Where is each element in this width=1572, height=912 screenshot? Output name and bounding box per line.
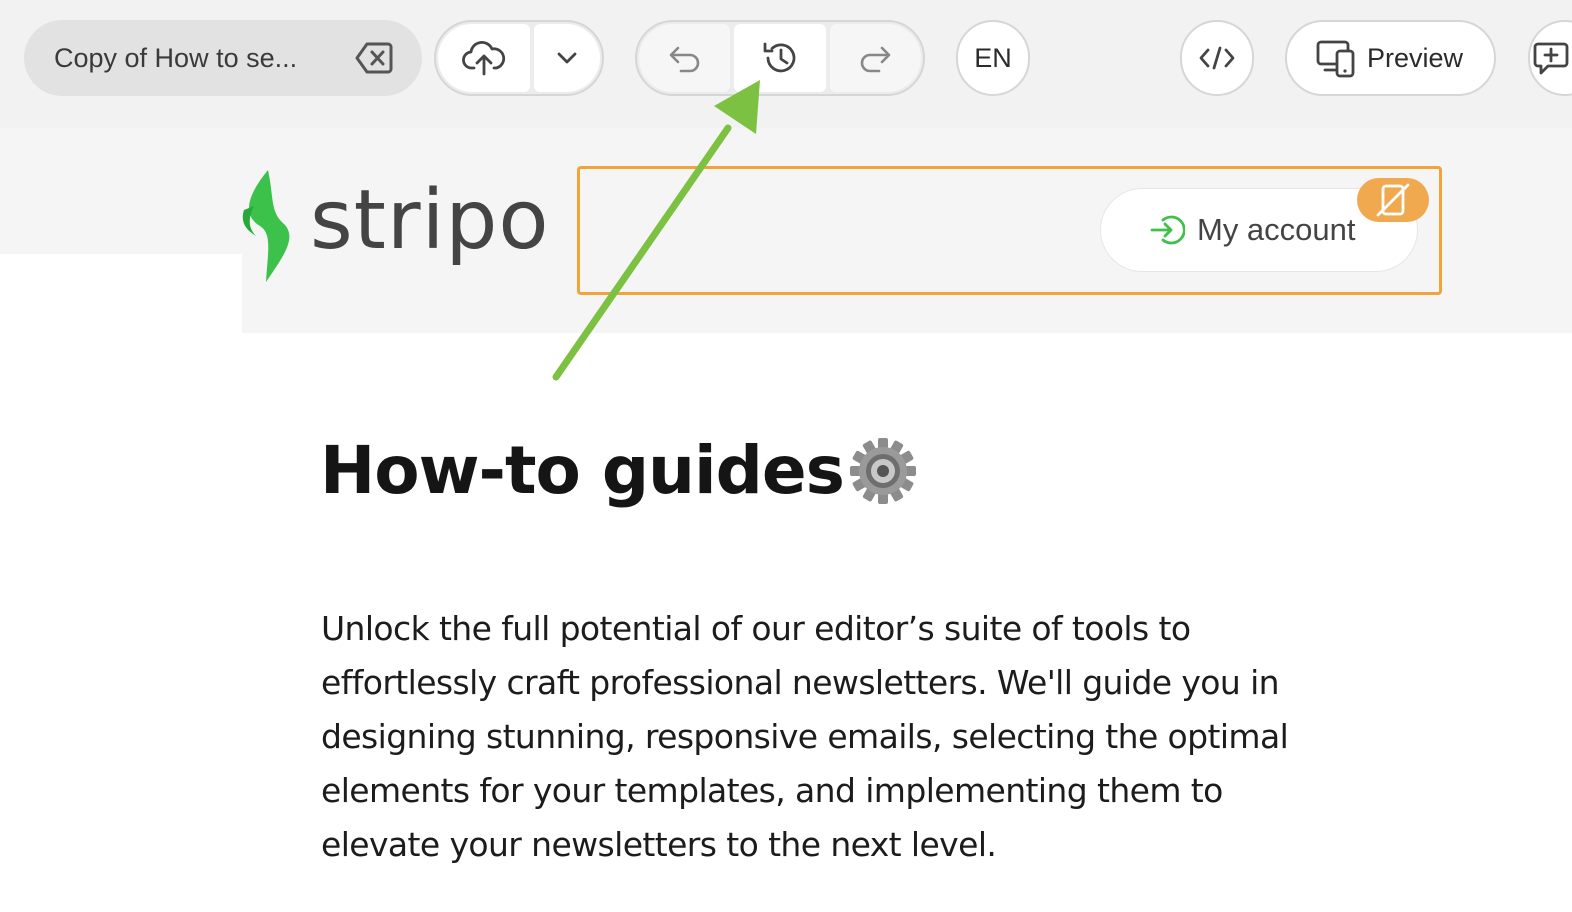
heading-text: How-to guides	[320, 432, 845, 509]
login-arrow-icon	[1150, 215, 1185, 245]
intro-paragraph: Unlock the full potential of our editor’…	[321, 609, 1289, 864]
chevron-down-icon	[557, 52, 577, 64]
undo-icon	[669, 46, 699, 73]
preview-label: Preview	[1367, 42, 1464, 73]
save-options-button[interactable]	[534, 24, 600, 92]
redo-button[interactable]	[829, 24, 921, 92]
redo-icon	[861, 46, 891, 73]
language-button[interactable]: EN	[956, 20, 1030, 96]
hide-on-mobile-badge[interactable]	[1357, 178, 1429, 222]
version-history-button[interactable]	[734, 24, 826, 92]
save-group	[434, 20, 604, 96]
code-icon	[1199, 46, 1235, 70]
devices-icon	[1316, 40, 1355, 78]
undo-button[interactable]	[639, 24, 731, 92]
stripo-logo: stripo	[242, 170, 548, 282]
language-label: EN	[974, 42, 1012, 73]
logo-wordmark: stripo	[310, 173, 548, 268]
template-title[interactable]: Copy of How to se...	[54, 43, 297, 74]
version-history-icon	[763, 42, 796, 73]
gear-icon	[849, 437, 916, 504]
cloud-upload-icon	[462, 40, 506, 76]
code-editor-button[interactable]	[1180, 20, 1254, 96]
hide-on-mobile-icon	[1376, 183, 1410, 217]
my-account-label: My account	[1197, 212, 1356, 247]
add-comment-icon	[1533, 42, 1569, 75]
page-heading: How-to guides	[320, 432, 918, 509]
history-group	[635, 20, 925, 96]
save-button[interactable]	[438, 24, 530, 92]
editor-toolbar: Copy of How to se... EN Preview	[0, 0, 1572, 128]
preview-button[interactable]: Preview	[1285, 20, 1496, 96]
canvas-background	[0, 128, 242, 254]
add-comment-button[interactable]	[1528, 20, 1572, 96]
template-title-field[interactable]: Copy of How to se...	[24, 20, 422, 96]
clear-title-icon[interactable]	[354, 40, 394, 76]
